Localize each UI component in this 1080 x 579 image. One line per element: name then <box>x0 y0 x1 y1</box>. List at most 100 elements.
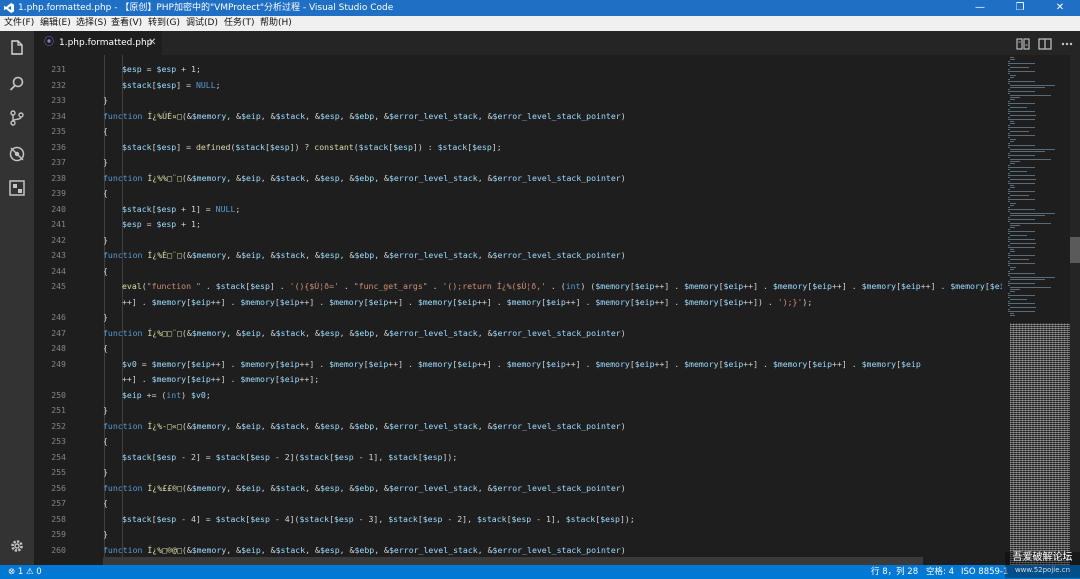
menu-selection[interactable]: 选择(S) <box>76 16 107 31</box>
minimap-line <box>1008 237 1010 238</box>
minimap-line <box>1008 211 1010 212</box>
code-line[interactable]: { <box>103 264 108 280</box>
minimap-line <box>1010 267 1016 268</box>
code-line[interactable]: $stack[$esp + 1] = NULL; <box>122 202 240 218</box>
errors-indicator[interactable]: ⊗ 1 ⚠ 0 <box>8 565 42 579</box>
code-line[interactable]: $stack[$esp - 4] = $stack[$esp - 4]($sta… <box>122 512 635 528</box>
cursor-position[interactable]: 行 8，列 28 <box>871 565 918 579</box>
files-icon[interactable] <box>8 39 26 57</box>
minimap-line <box>1010 141 1014 142</box>
code-line[interactable]: { <box>103 186 108 202</box>
minimap[interactable] <box>1002 55 1070 565</box>
extensions-icon[interactable] <box>8 179 26 197</box>
line-number: 240 <box>51 203 66 214</box>
code-line[interactable]: $esp = $esp + 1; <box>122 62 201 78</box>
watermark: 吾爱破解论坛 www.52pojie.cn <box>1005 552 1080 578</box>
menu-debug[interactable]: 调试(D) <box>186 16 218 31</box>
code-line[interactable]: ++] . $memory[$eip++] . $memory[$eip++] … <box>122 295 812 311</box>
open-changes-icon[interactable] <box>1016 38 1030 50</box>
restore-button[interactable]: ❐ <box>1000 0 1040 16</box>
minimap-line <box>1008 191 1035 192</box>
code-line[interactable]: } <box>103 527 108 543</box>
menu-file[interactable]: 文件(F) <box>4 16 34 31</box>
code-line[interactable]: } <box>103 465 108 481</box>
code-line[interactable]: function Í¿%%□¨□(&$memory, &$eip, &$stac… <box>103 171 626 187</box>
minimap-line <box>1008 145 1035 146</box>
code-line[interactable]: $stack[$esp] = defined($stack[$esp]) ? c… <box>122 140 502 156</box>
line-number: 248 <box>51 343 66 353</box>
code-line[interactable]: function Í¿%ÚÉ¤□(&$memory, &$eip, &$stac… <box>103 109 626 125</box>
menu-goto[interactable]: 转到(G) <box>148 16 180 31</box>
minimap-line <box>1008 181 1010 182</box>
menu-help[interactable]: 帮助(H) <box>260 16 292 31</box>
minimap-line <box>1008 263 1035 264</box>
code-line[interactable]: function Í¿%££®□(&$memory, &$eip, &$stac… <box>103 481 626 497</box>
indentation[interactable]: 空格: 4 <box>926 565 954 579</box>
code-line[interactable]: $stack[$esp - 2] = $stack[$esp - 2]($sta… <box>122 450 457 466</box>
code-editor[interactable]: 231 $esp = $esp + 1; 232 $stack[$esp] = NUL… <box>34 55 1002 565</box>
menu-edit[interactable]: 编辑(E) <box>40 16 71 31</box>
code-line[interactable]: eval("function " . $stack[$esp] . '(){$Ù… <box>122 279 1002 295</box>
minimap-line <box>1008 217 1010 218</box>
menu-tasks[interactable]: 任务(T) <box>224 16 255 31</box>
code-line[interactable]: } <box>103 93 108 109</box>
code-line[interactable]: $eip += (int) $v0; <box>122 388 211 404</box>
minimap-line <box>1010 315 1015 316</box>
vertical-scrollbar[interactable] <box>1070 55 1080 565</box>
horizontal-scrollbar[interactable] <box>103 557 923 565</box>
code-line[interactable]: } <box>103 403 108 419</box>
minimap-line <box>1008 103 1035 104</box>
code-line[interactable]: { <box>103 124 108 140</box>
encoding[interactable]: ISO 8859-1 <box>961 565 1008 579</box>
minimap-line <box>1010 123 1015 124</box>
scrollbar-thumb[interactable] <box>1070 237 1080 263</box>
minimize-button[interactable]: — <box>960 0 1000 16</box>
code-line[interactable]: $v0 = $memory[$eip++] . $memory[$eip++] … <box>122 357 921 373</box>
more-actions-icon[interactable] <box>1060 38 1074 50</box>
code-line[interactable]: function Í¿%□□¨□(&$memory, &$eip, &$stac… <box>103 326 626 342</box>
line-number: 251 <box>51 405 66 415</box>
minimap-line <box>1008 271 1010 272</box>
search-icon[interactable] <box>8 75 26 93</box>
line-number: 238 <box>51 172 66 183</box>
minimap-line <box>1008 137 1010 138</box>
minimap-line <box>1008 233 1010 234</box>
code-line[interactable]: } <box>103 155 108 171</box>
menu-view[interactable]: 查看(V) <box>111 16 142 31</box>
line-number: 233 <box>51 95 66 105</box>
minimap-line <box>1008 245 1010 246</box>
minimap-line <box>1008 253 1010 254</box>
code-line[interactable]: } <box>103 310 108 326</box>
close-window-button[interactable]: ✕ <box>1040 0 1080 16</box>
code-line[interactable]: { <box>103 341 108 357</box>
minimap-line <box>1010 299 1027 300</box>
error-count: 1 <box>17 567 24 577</box>
minimap-line <box>1008 155 1035 156</box>
line-number: 259 <box>51 529 66 539</box>
minimap-line <box>1008 129 1010 130</box>
minimap-line <box>1008 295 1035 296</box>
minimap-line <box>1008 157 1010 158</box>
code-line[interactable]: { <box>103 434 108 450</box>
debug-icon[interactable] <box>8 145 26 163</box>
source-control-icon[interactable] <box>8 109 26 127</box>
code-line[interactable]: { <box>103 496 108 512</box>
minimap-line <box>1008 105 1010 106</box>
minimap-line <box>1010 223 1051 224</box>
tab-php-file[interactable]: ⦿ 1.php.formatted.php ✕ <box>34 31 162 55</box>
code-line[interactable]: ++] . $memory[$eip++] . $memory[$eip++]; <box>122 372 319 388</box>
minimap-line <box>1010 149 1055 150</box>
minimap-line <box>1008 281 1010 282</box>
minimap-line <box>1008 311 1035 312</box>
minimap-line <box>1008 113 1010 114</box>
code-line[interactable]: } <box>103 233 108 249</box>
code-line[interactable]: function Í¿%È□¨□(&$memory, &$eip, &$stac… <box>103 248 626 264</box>
minimap-line <box>1008 283 1035 284</box>
code-line[interactable]: function Í¿%-□«□(&$memory, &$eip, &$stac… <box>103 419 626 435</box>
gear-icon[interactable] <box>8 537 26 555</box>
close-tab-button[interactable]: ✕ <box>148 31 156 55</box>
code-line[interactable]: function Í¿%□®@□(&$memory, &$eip, &$stac… <box>103 543 626 559</box>
code-line[interactable]: $stack[$esp] = NULL; <box>122 78 221 94</box>
code-line[interactable]: $esp = $esp + 1; <box>122 217 201 233</box>
split-editor-icon[interactable] <box>1038 38 1052 50</box>
